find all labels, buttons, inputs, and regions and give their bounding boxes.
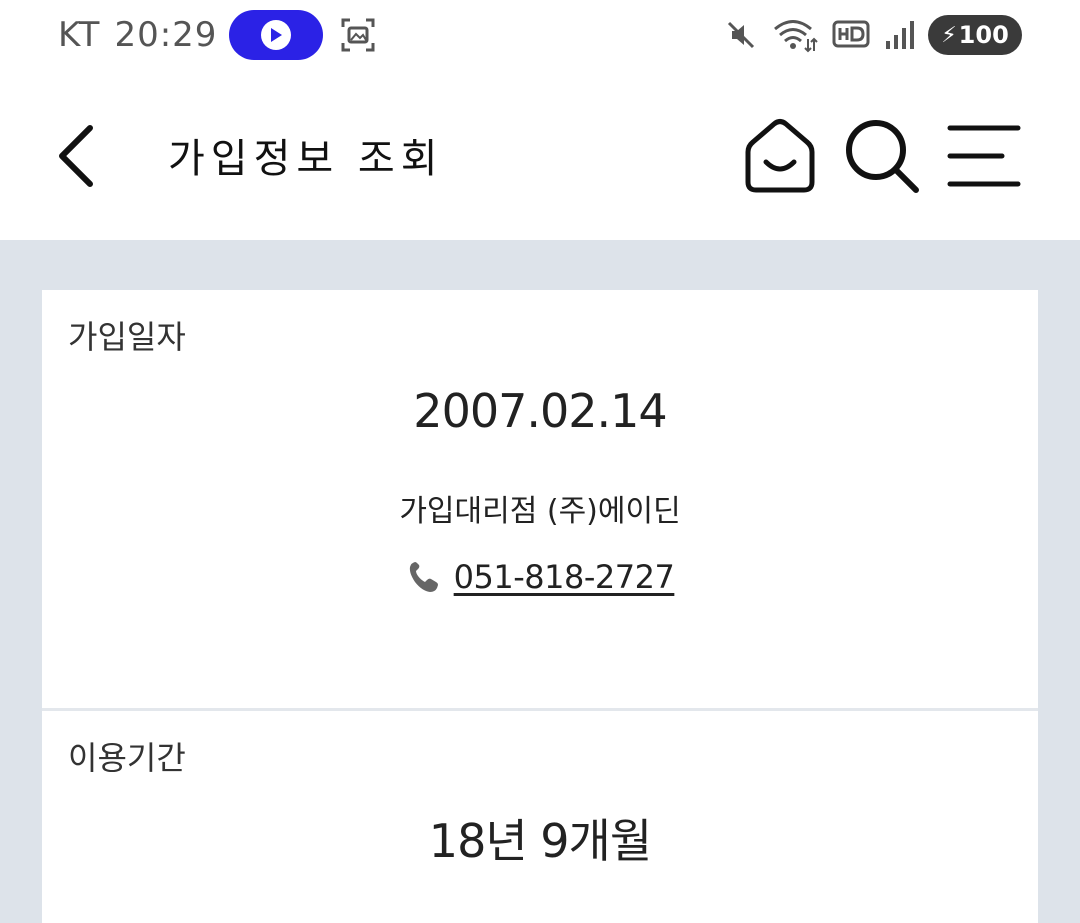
clock: 20:29 bbox=[114, 15, 218, 55]
home-button[interactable] bbox=[740, 116, 820, 196]
charging-bolt-icon: ⚡ bbox=[941, 22, 957, 48]
page-title: 가입정보 조회 bbox=[168, 136, 444, 182]
back-button[interactable] bbox=[52, 122, 100, 190]
battery-level: 100 bbox=[958, 21, 1009, 49]
search-icon bbox=[846, 120, 919, 193]
agency-phone: 051-818-2727 bbox=[42, 558, 1038, 596]
wifi-icon bbox=[774, 20, 818, 53]
agency-label: 가입대리점 bbox=[399, 494, 538, 529]
content-area: 가입일자 2007.02.14 가입대리점 (주)에이딘 051-818-272… bbox=[0, 240, 1080, 923]
mute-icon bbox=[727, 21, 755, 49]
battery-icon: ⚡ 100 bbox=[928, 15, 1022, 55]
header-actions bbox=[740, 116, 1024, 196]
usage-period-card: 이용기간 18년 9개월 bbox=[42, 711, 1038, 923]
phone-number-link[interactable]: 051-818-2727 bbox=[454, 558, 675, 596]
signal-icon bbox=[886, 21, 914, 49]
hd-icon bbox=[832, 20, 870, 48]
phone-icon bbox=[409, 562, 438, 592]
usage-period-value: 18년 9개월 bbox=[428, 814, 652, 868]
play-icon bbox=[261, 20, 292, 50]
search-button[interactable] bbox=[842, 116, 922, 196]
menu-icon bbox=[947, 125, 1021, 187]
status-bar: KT 20:29 ⚡ 100 bbox=[0, 0, 1080, 72]
join-info-card: 가입일자 2007.02.14 가입대리점 (주)에이딘 051-818-272… bbox=[42, 290, 1038, 708]
carrier-label: KT bbox=[58, 15, 101, 55]
join-date-label: 가입일자 bbox=[68, 318, 186, 356]
agency-line: 가입대리점 (주)에이딘 bbox=[42, 486, 1038, 530]
home-icon bbox=[745, 119, 815, 193]
agency-name: (주)에이딘 bbox=[546, 494, 681, 529]
menu-button[interactable] bbox=[944, 116, 1024, 196]
media-pill-icon[interactable] bbox=[229, 10, 324, 60]
back-icon bbox=[59, 125, 93, 187]
usage-period-label: 이용기간 bbox=[68, 739, 186, 777]
screenshot-icon bbox=[341, 18, 375, 52]
status-bar-left: KT 20:29 bbox=[58, 10, 377, 60]
status-bar-right: ⚡ 100 bbox=[724, 12, 1022, 58]
join-date-value: 2007.02.14 bbox=[413, 384, 667, 438]
app-header: 가입정보 조회 bbox=[0, 72, 1080, 240]
